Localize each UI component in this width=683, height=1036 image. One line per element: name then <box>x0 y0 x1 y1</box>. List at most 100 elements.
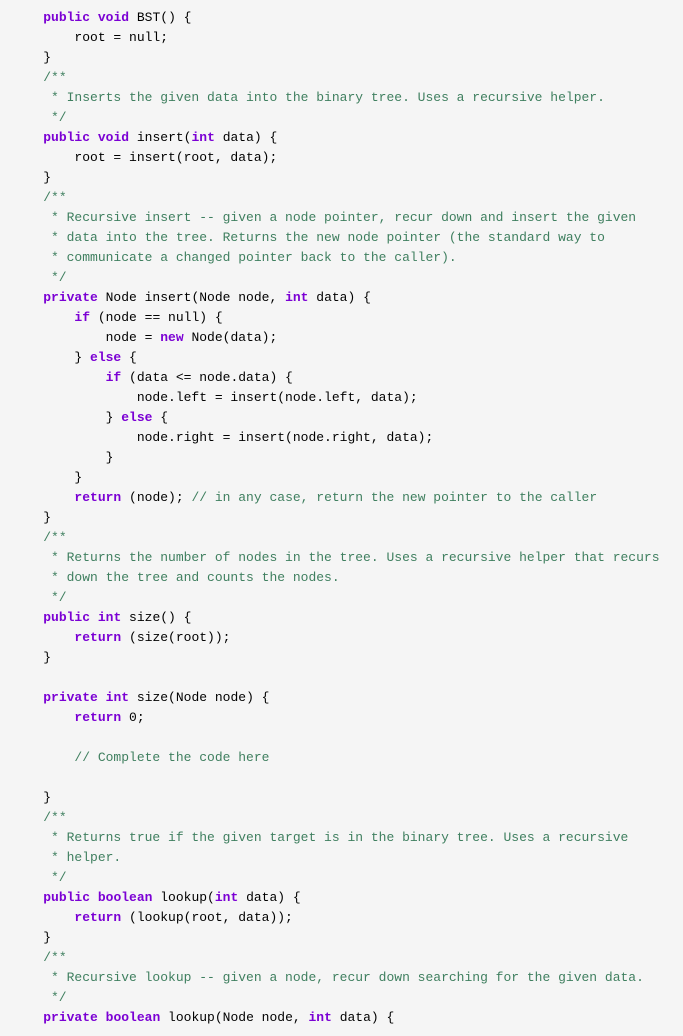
code-line: private int size(Node node) { <box>0 688 683 708</box>
code-token: * Recursive insert -- given a node point… <box>12 208 636 228</box>
code-line: } <box>0 168 683 188</box>
code-token: // in any case, return the new pointer t… <box>191 488 597 508</box>
code-line: if (node == null) { <box>0 308 683 328</box>
code-token: * Inserts the given data into the binary… <box>12 88 605 108</box>
code-token: return <box>74 628 121 648</box>
code-token: (data <= node.data) { <box>121 368 293 388</box>
code-token: lookup(Node node, <box>160 1008 308 1028</box>
code-line: * Returns true if the given target is in… <box>0 828 683 848</box>
code-token <box>12 528 43 548</box>
code-token <box>98 1008 106 1028</box>
code-token: /** <box>43 808 66 828</box>
code-token: public <box>43 128 90 148</box>
code-token: insert( <box>129 128 191 148</box>
code-token: else <box>121 408 152 428</box>
code-line: root = insert(root, data); <box>0 148 683 168</box>
code-line <box>0 728 683 748</box>
code-token <box>12 608 43 628</box>
code-line <box>0 768 683 788</box>
code-token: if <box>106 368 122 388</box>
code-token: */ <box>12 868 67 888</box>
code-token <box>12 708 74 728</box>
code-token: } <box>12 928 51 948</box>
code-line: public void BST() { <box>0 8 683 28</box>
code-token: int <box>308 1008 331 1028</box>
code-line: } <box>0 648 683 668</box>
code-line: if (data <= node.data) { <box>0 368 683 388</box>
code-token: * helper. <box>12 848 121 868</box>
code-line: /** <box>0 808 683 828</box>
code-token <box>12 908 74 928</box>
code-token: root = null; <box>12 28 168 48</box>
code-token <box>12 368 106 388</box>
code-line: public int size() { <box>0 608 683 628</box>
code-line: public boolean lookup(int data) { <box>0 888 683 908</box>
code-token: * data into the tree. Returns the new no… <box>12 228 605 248</box>
code-token <box>12 488 74 508</box>
code-line: * Recursive insert -- given a node point… <box>0 208 683 228</box>
code-token: (node == null) { <box>90 308 223 328</box>
code-token: (lookup(root, data)); <box>121 908 293 928</box>
code-line: /** <box>0 188 683 208</box>
code-line: } <box>0 448 683 468</box>
code-token: private <box>43 688 98 708</box>
code-token <box>90 608 98 628</box>
code-token <box>12 1008 43 1028</box>
code-token: boolean <box>106 1008 161 1028</box>
code-token: // Complete the code here <box>74 748 269 768</box>
code-line: * Recursive lookup -- given a node, recu… <box>0 968 683 988</box>
code-token <box>12 68 43 88</box>
code-token: } <box>12 168 51 188</box>
code-token: boolean <box>98 888 153 908</box>
code-line: * down the tree and counts the nodes. <box>0 568 683 588</box>
code-token: * Returns true if the given target is in… <box>12 828 628 848</box>
code-line: * Inserts the given data into the binary… <box>0 88 683 108</box>
code-line: * communicate a changed pointer back to … <box>0 248 683 268</box>
code-line: root = null; <box>0 28 683 48</box>
code-line: // Complete the code here <box>0 748 683 768</box>
code-token: root = insert(root, data); <box>12 148 277 168</box>
code-line: */ <box>0 868 683 888</box>
code-token: int <box>106 688 129 708</box>
code-token <box>12 628 74 648</box>
code-token: node.right = insert(node.right, data); <box>12 428 433 448</box>
code-token: return <box>74 708 121 728</box>
code-token: data) { <box>332 1008 394 1028</box>
code-line: return (node); // in any case, return th… <box>0 488 683 508</box>
code-token <box>12 888 43 908</box>
code-token <box>90 8 98 28</box>
code-token: BST() { <box>129 8 191 28</box>
code-token: */ <box>12 108 67 128</box>
code-line: return (lookup(root, data)); <box>0 908 683 928</box>
code-token: { <box>152 408 168 428</box>
code-token <box>12 688 43 708</box>
code-token: int <box>215 888 238 908</box>
code-token: data) { <box>215 128 277 148</box>
code-line: /** <box>0 528 683 548</box>
code-token: private <box>43 288 98 308</box>
code-token: } <box>12 348 90 368</box>
code-token <box>90 128 98 148</box>
code-token: } <box>12 468 82 488</box>
code-token: } <box>12 648 51 668</box>
code-line: */ <box>0 108 683 128</box>
code-token: int <box>98 608 121 628</box>
code-token: return <box>74 908 121 928</box>
code-token <box>12 308 74 328</box>
code-token: data) { <box>238 888 300 908</box>
code-token: if <box>74 308 90 328</box>
code-line: } else { <box>0 408 683 428</box>
code-line: private Node insert(Node node, int data)… <box>0 288 683 308</box>
code-token: lookup( <box>152 888 214 908</box>
code-token: /** <box>43 528 66 548</box>
code-token: 0; <box>121 708 144 728</box>
code-token: private <box>43 1008 98 1028</box>
code-token: node = <box>12 328 160 348</box>
code-token: * communicate a changed pointer back to … <box>12 248 457 268</box>
code-line: public void insert(int data) { <box>0 128 683 148</box>
code-token: } <box>12 448 113 468</box>
code-line: /** <box>0 68 683 88</box>
code-token: */ <box>12 268 67 288</box>
code-line: /** <box>0 948 683 968</box>
code-token: (size(root)); <box>121 628 230 648</box>
